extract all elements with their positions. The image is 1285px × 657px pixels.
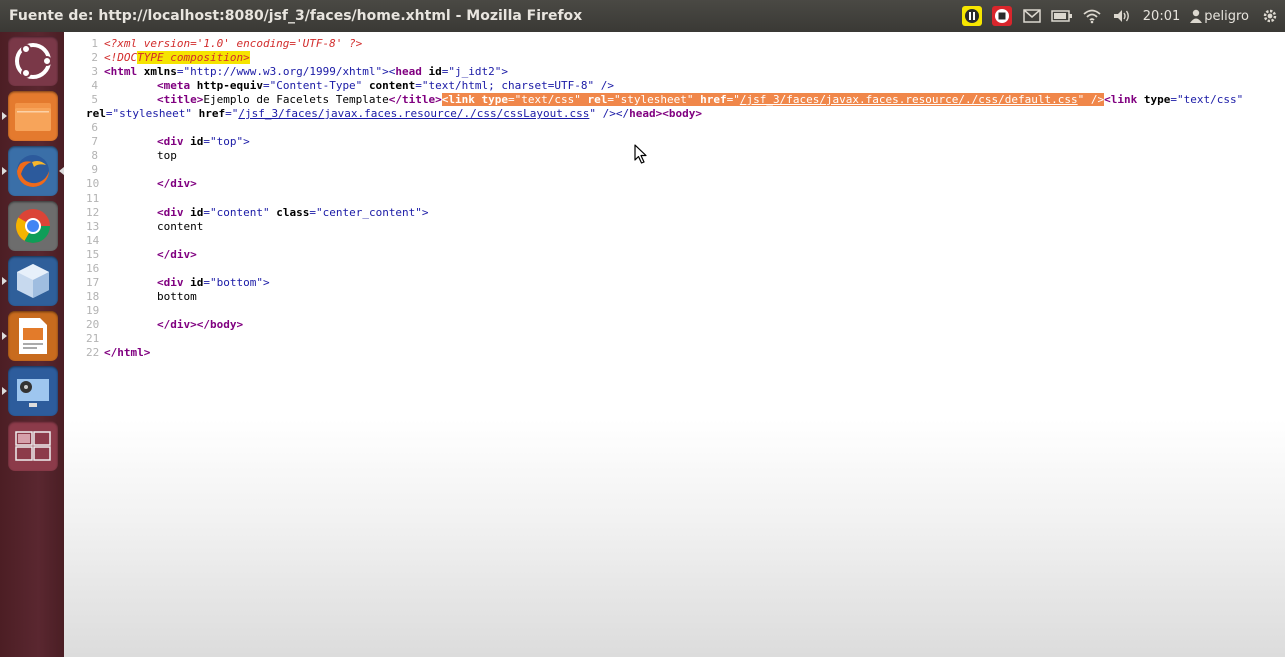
source-line-20: 20 </div></body> xyxy=(86,317,244,331)
wifi-icon[interactable] xyxy=(1081,6,1103,26)
gear-icon[interactable] xyxy=(1259,6,1281,26)
source-line-16: 16 xyxy=(86,261,100,275)
source-line-9: 9 xyxy=(91,163,98,177)
source-line-5: 5 <title>Ejemplo de Facelets Template</t… xyxy=(91,93,1244,107)
workspace-switcher-icon[interactable] xyxy=(8,421,58,471)
source-line-15: 15 </div> xyxy=(86,247,197,261)
running-indicator xyxy=(2,277,7,285)
user-name[interactable]: peligro xyxy=(1204,9,1249,24)
source-line-8: 8 top xyxy=(91,149,177,163)
source-line-19: 19 xyxy=(86,303,100,317)
source-line-5-wrap: rel="stylesheet" href="/jsf_3/faces/java… xyxy=(86,107,702,121)
video-editor-icon[interactable] xyxy=(8,366,58,416)
source-line-4: 4 <meta http-equiv="Content-Type" conten… xyxy=(91,79,614,93)
launcher xyxy=(0,32,64,657)
source-line-21: 21 xyxy=(86,331,100,345)
firefox-icon[interactable] xyxy=(8,146,58,196)
running-indicator xyxy=(2,112,7,120)
files-icon[interactable] xyxy=(8,91,58,141)
source-line-3: 3 <html xmlns="http://www.w3.org/1999/xht… xyxy=(91,65,509,79)
source-line-2: 2 <!DOCTYPE composition> xyxy=(91,51,250,65)
source-line-18: 18 bottom xyxy=(86,289,197,303)
battery-icon[interactable] xyxy=(1051,6,1073,26)
running-indicator xyxy=(2,332,7,340)
chrome-icon[interactable] xyxy=(8,201,58,251)
running-indicator xyxy=(2,167,7,175)
source-line-1: 1 <?xml version='1.0' encoding='UTF-8' ?> xyxy=(91,37,363,50)
impress-icon[interactable] xyxy=(8,311,58,361)
top-panel: Fuente de: http://localhost:8080/jsf_3/f… xyxy=(0,0,1285,32)
clock[interactable]: 20:01 xyxy=(1143,9,1180,24)
source-listing: 1 <?xml version='1.0' encoding='UTF-8' ?>… xyxy=(86,37,1243,360)
default-css-link[interactable]: /jsf_3/faces/javax.faces.resource/./css/… xyxy=(740,93,1078,106)
view-source-page[interactable]: 1 <?xml version='1.0' encoding='UTF-8' ?>… xyxy=(64,32,1285,657)
ubuntu-dash-icon[interactable] xyxy=(8,36,58,86)
source-line-12: 12 <div id="content" class="center_conte… xyxy=(86,205,429,219)
source-line-17: 17 <div id="bottom"> xyxy=(86,275,270,289)
source-line-10: 10 </div> xyxy=(86,177,197,191)
source-line-7: 7 <div id="top"> xyxy=(91,135,250,149)
source-line-13: 13 content xyxy=(86,219,204,233)
layout-css-link[interactable]: /jsf_3/faces/javax.faces.resource/./css/… xyxy=(238,107,589,120)
source-line-11: 11 xyxy=(86,191,100,205)
volume-icon[interactable] xyxy=(1111,6,1133,26)
running-indicator xyxy=(2,387,7,395)
window-title: Fuente de: http://localhost:8080/jsf_3/f… xyxy=(9,8,583,24)
pause-icon[interactable] xyxy=(961,6,983,26)
selected-text: <link type="text/css" rel="stylesheet" h… xyxy=(441,93,1105,107)
source-line-22: 22 </html> xyxy=(86,346,151,360)
stop-record-icon[interactable] xyxy=(991,6,1013,26)
source-line-14: 14 xyxy=(86,233,100,247)
virtualbox-icon[interactable] xyxy=(8,256,58,306)
source-line-6: 6 xyxy=(91,121,98,135)
mouse-cursor-icon xyxy=(634,144,647,164)
user-icon xyxy=(1190,6,1203,26)
system-tray: 20:01 peligro xyxy=(957,0,1285,32)
mail-icon[interactable] xyxy=(1021,6,1043,26)
